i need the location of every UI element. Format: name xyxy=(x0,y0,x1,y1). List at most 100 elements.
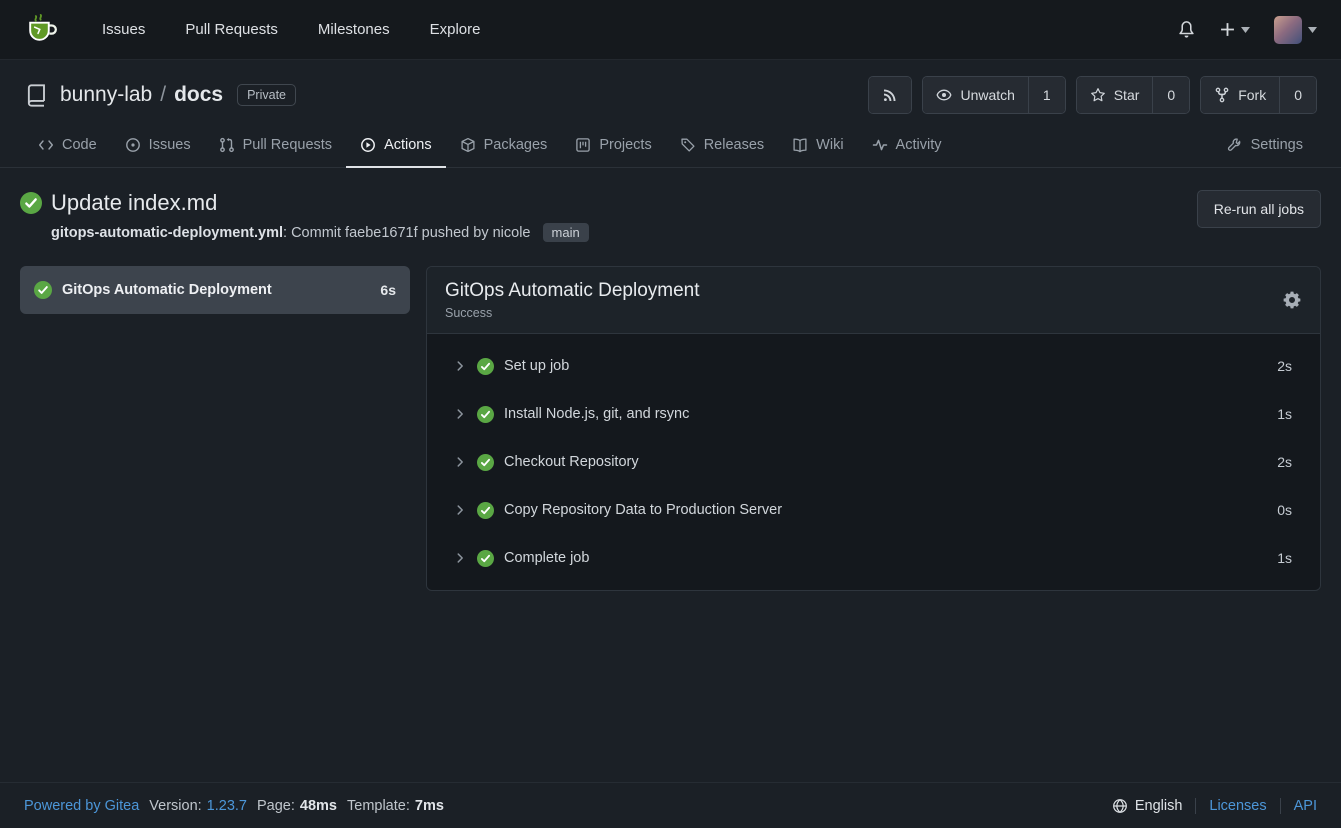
job-list-item[interactable]: GitOps Automatic Deployment 6s xyxy=(20,266,410,314)
tab-releases[interactable]: Releases xyxy=(666,124,778,168)
issue-circle-icon xyxy=(125,137,141,153)
fork-button[interactable]: Fork xyxy=(1201,77,1279,113)
step-row-copy[interactable]: Copy Repository Data to Production Serve… xyxy=(427,486,1320,534)
nav-link-pull-requests[interactable]: Pull Requests xyxy=(165,21,298,38)
tag-icon xyxy=(680,137,696,153)
nav-link-issues[interactable]: Issues xyxy=(82,21,165,38)
star-button-group: Star 0 xyxy=(1076,76,1190,114)
success-check-icon xyxy=(477,454,494,471)
nav-link-explore[interactable]: Explore xyxy=(410,21,501,38)
unwatch-label: Unwatch xyxy=(960,87,1014,103)
tab-label: Projects xyxy=(599,137,651,153)
step-name: Complete job xyxy=(504,550,589,566)
tab-code[interactable]: Code xyxy=(24,124,111,168)
notifications-bell-icon[interactable] xyxy=(1177,20,1196,39)
step-row-checkout[interactable]: Checkout Repository 2s xyxy=(427,438,1320,486)
tab-settings[interactable]: Settings xyxy=(1213,124,1317,168)
tools-icon xyxy=(1227,137,1243,153)
repo-breadcrumb: bunny-lab / docs xyxy=(60,83,223,107)
fork-icon xyxy=(1214,87,1230,103)
step-duration: 2s xyxy=(1277,358,1292,374)
tab-label: Releases xyxy=(704,137,764,153)
rss-feed-button[interactable] xyxy=(869,77,911,113)
tab-label: Wiki xyxy=(816,137,843,153)
package-box-icon xyxy=(460,137,476,153)
template-time-label: Template: xyxy=(347,798,410,814)
repo-header: bunny-lab / docs Private xyxy=(0,60,1341,168)
job-panel-titles: GitOps Automatic Deployment Success xyxy=(445,280,700,320)
rerun-all-jobs-button[interactable]: Re-run all jobs xyxy=(1197,190,1321,228)
step-name: Copy Repository Data to Production Serve… xyxy=(504,502,782,518)
chevron-right-icon[interactable] xyxy=(453,551,467,565)
api-link[interactable]: API xyxy=(1294,798,1317,814)
user-menu-button[interactable] xyxy=(1274,16,1317,44)
repo-owner-link[interactable]: bunny-lab xyxy=(60,83,152,107)
step-row-install[interactable]: Install Node.js, git, and rsync 1s xyxy=(427,390,1320,438)
job-panel-title: GitOps Automatic Deployment xyxy=(445,280,700,302)
fork-label: Fork xyxy=(1238,87,1266,103)
job-duration: 6s xyxy=(380,282,396,298)
chevron-right-icon[interactable] xyxy=(453,455,467,469)
job-status-text: Success xyxy=(445,306,700,320)
step-row-setup[interactable]: Set up job 2s xyxy=(427,342,1320,390)
tab-label: Pull Requests xyxy=(243,137,332,153)
job-panel-header: GitOps Automatic Deployment Success xyxy=(427,267,1320,334)
rss-button-group xyxy=(868,76,912,114)
licenses-item: Licenses xyxy=(1195,798,1279,814)
globe-icon xyxy=(1112,798,1128,814)
tab-wiki[interactable]: Wiki xyxy=(778,124,857,168)
language-label: English xyxy=(1135,798,1183,814)
step-name: Set up job xyxy=(504,358,569,374)
tab-packages[interactable]: Packages xyxy=(446,124,562,168)
step-row-complete[interactable]: Complete job 1s xyxy=(427,534,1320,582)
tab-label: Packages xyxy=(484,137,548,153)
user-avatar xyxy=(1274,16,1302,44)
step-duration: 1s xyxy=(1277,406,1292,422)
actions-run-view: Update index.md gitops-automatic-deploym… xyxy=(0,168,1341,782)
gear-icon[interactable] xyxy=(1282,290,1302,310)
star-label: Star xyxy=(1114,87,1140,103)
success-check-icon xyxy=(34,281,52,299)
template-time-value: 7ms xyxy=(415,798,444,814)
licenses-link[interactable]: Licenses xyxy=(1209,798,1266,814)
eye-icon xyxy=(936,87,952,103)
stars-count[interactable]: 0 xyxy=(1152,77,1189,113)
plus-icon xyxy=(1220,22,1235,37)
tab-issues[interactable]: Issues xyxy=(111,124,205,168)
chevron-right-icon[interactable] xyxy=(453,359,467,373)
watch-button-group: Unwatch 1 xyxy=(922,76,1065,114)
breadcrumb-separator: / xyxy=(160,83,166,107)
language-selector[interactable]: English xyxy=(1099,798,1196,814)
repo-name-link[interactable]: docs xyxy=(174,83,223,107)
powered-by-gitea-link[interactable]: Powered by Gitea xyxy=(24,798,139,814)
branch-badge[interactable]: main xyxy=(543,223,589,242)
repository-icon xyxy=(24,83,49,108)
fork-button-group: Fork 0 xyxy=(1200,76,1317,114)
watchers-count[interactable]: 1 xyxy=(1028,77,1065,113)
version-link[interactable]: 1.23.7 xyxy=(207,798,247,814)
commit-info: : Commit faebe1671f pushed by nicole xyxy=(283,225,530,241)
tab-activity[interactable]: Activity xyxy=(858,124,956,168)
tab-actions[interactable]: Actions xyxy=(346,124,446,168)
create-new-button[interactable] xyxy=(1220,22,1250,37)
job-steps-list: Set up job 2s Install Node.js, git, and … xyxy=(427,334,1320,590)
tab-label: Settings xyxy=(1251,137,1303,153)
gitea-logo-icon[interactable] xyxy=(24,12,60,48)
project-board-icon xyxy=(575,137,591,153)
run-title: Update index.md xyxy=(51,190,217,216)
chevron-right-icon[interactable] xyxy=(453,407,467,421)
rss-icon xyxy=(882,87,898,103)
star-button[interactable]: Star xyxy=(1077,77,1153,113)
nav-link-milestones[interactable]: Milestones xyxy=(298,21,410,38)
unwatch-button[interactable]: Unwatch xyxy=(923,77,1027,113)
tab-projects[interactable]: Projects xyxy=(561,124,665,168)
workflow-file-name[interactable]: gitops-automatic-deployment.yml xyxy=(51,225,283,241)
forks-count[interactable]: 0 xyxy=(1279,77,1316,113)
chevron-down-icon xyxy=(1241,27,1250,33)
step-duration: 1s xyxy=(1277,550,1292,566)
page: Issues Pull Requests Milestones Explore xyxy=(0,0,1341,828)
chevron-right-icon[interactable] xyxy=(453,503,467,517)
tab-pull-requests[interactable]: Pull Requests xyxy=(205,124,346,168)
private-badge: Private xyxy=(237,84,296,106)
chevron-down-icon xyxy=(1308,27,1317,33)
